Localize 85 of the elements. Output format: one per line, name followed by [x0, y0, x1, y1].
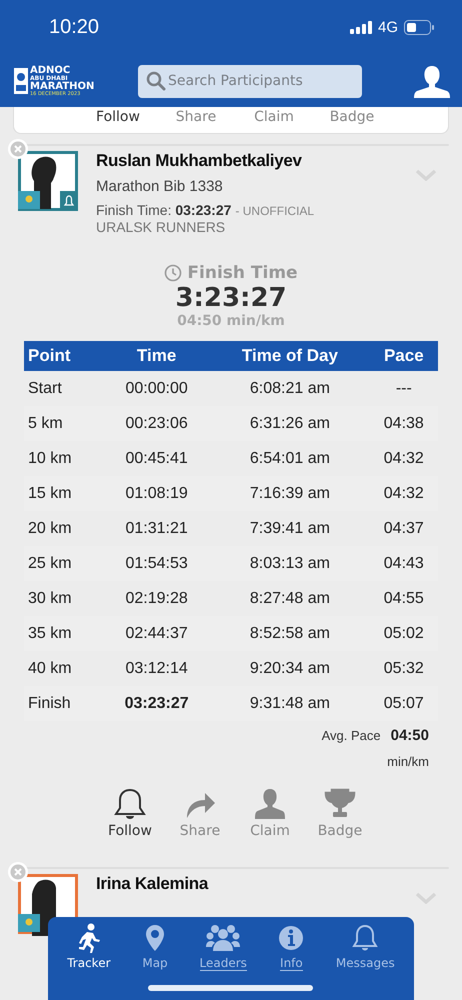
table-cell-text: 01:54:53	[124, 554, 189, 574]
close-icon[interactable]	[7, 138, 29, 160]
group-icon	[206, 923, 240, 953]
network-type: 4G	[378, 19, 398, 36]
info-icon	[277, 923, 306, 953]
table-cell-text: 02:44:37	[124, 624, 189, 644]
follow-button[interactable]: Follow	[105, 787, 155, 839]
table-cell-text: 7:39:41 am	[248, 518, 331, 538]
clock-icon	[164, 264, 182, 282]
table-cell-text: 20 km	[27, 518, 73, 538]
table-cell-text: 04:38	[382, 414, 425, 434]
table-cell-text: 15 km	[27, 484, 73, 504]
table-cell: 00:00:00	[102, 371, 210, 406]
team-name: URALSK RUNNERS	[96, 219, 226, 235]
table-cell-text: 25 km	[27, 554, 73, 574]
table-cell-text: 9:31:48 am	[248, 694, 331, 714]
table-cell-text: 04:32	[382, 448, 425, 468]
bell-icon	[113, 787, 147, 821]
column-header: Time of Day	[210, 341, 370, 371]
table-cell: 6:08:21 am	[210, 371, 370, 406]
action-button[interactable]: Follow	[84, 109, 152, 125]
messages-tab[interactable]: Messages	[336, 923, 395, 971]
claim-button[interactable]: Claim	[245, 787, 295, 839]
table-cell-text: 05:02	[382, 624, 425, 644]
table-cell-text: 10 km	[27, 448, 73, 468]
leaders-tab[interactable]: Leaders	[200, 923, 247, 971]
finish-time-title: Finish Time	[187, 263, 298, 283]
table-cell-text: 8:27:48 am	[248, 588, 331, 608]
table-cell: Start	[24, 371, 103, 406]
table-cell-text: 30 km	[27, 588, 73, 608]
share-button[interactable]: Share	[175, 787, 225, 839]
table-cell-text: 03:12:14	[124, 658, 189, 678]
table-cell-text: 00:45:41	[124, 448, 189, 468]
tracker-tab[interactable]: Tracker	[67, 923, 111, 971]
battery-icon	[404, 20, 434, 35]
table-cell-text: 01:31:21	[124, 518, 189, 538]
table-cell-text: 8:03:13 am	[248, 554, 331, 574]
table-cell-text: 04:43	[382, 554, 425, 574]
runner-name: Ruslan Mukhambetkaliyev	[96, 151, 303, 171]
column-header: Pace	[370, 341, 438, 371]
table-cell-text: 03:23:27	[124, 694, 190, 714]
avatar-icon	[18, 151, 78, 213]
search-icon	[146, 70, 166, 90]
close-icon[interactable]	[7, 861, 29, 883]
badge-button[interactable]: Badge	[315, 787, 365, 839]
table-cell-text: 5 km	[27, 414, 64, 434]
pace-value: 04:50 min/km	[177, 313, 285, 329]
table-cell-text: 8:52:58 am	[248, 624, 331, 644]
unofficial-label: - UNOFFICIAL	[235, 204, 314, 218]
table-cell-text: 9:20:34 am	[248, 658, 331, 678]
search-field[interactable]: Search Participants	[138, 64, 362, 98]
runner-name: Irina Kalemina	[96, 874, 210, 894]
table-cell-text: 04:55	[382, 588, 425, 608]
action-button[interactable]: Claim	[240, 109, 308, 125]
finish-time-value: 3:23:27	[175, 283, 287, 313]
table-cell-text: 00:23:06	[124, 414, 189, 434]
table-cell-text: 04:32	[382, 484, 425, 504]
table-cell-text: 01:08:19	[124, 484, 189, 504]
bell-icon	[351, 923, 380, 953]
table-cell-text: 02:19:28	[124, 588, 189, 608]
person-icon	[253, 787, 287, 821]
column-header: Point	[24, 341, 103, 371]
table-cell-text: 04:37	[382, 518, 425, 538]
status-time: 10:20	[49, 16, 100, 39]
table-cell-text: 40 km	[27, 658, 73, 678]
action-button[interactable]: Share	[162, 109, 230, 125]
column-header: Time	[102, 341, 210, 371]
map-tab[interactable]: Map	[141, 923, 170, 971]
table-cell-text: 05:07	[382, 694, 425, 714]
table-cell: ---	[370, 371, 438, 406]
table-cell-text: 7:16:39 am	[248, 484, 331, 504]
table-cell-text: 05:32	[382, 658, 425, 678]
avg-pace-unit: min/km	[387, 754, 429, 769]
table-cell-text: 6:54:01 am	[248, 448, 331, 468]
profile-icon[interactable]	[414, 64, 450, 98]
avg-pace-value: 04:50	[390, 727, 429, 744]
action-button[interactable]: Badge	[318, 109, 386, 125]
info-tab[interactable]: Info	[277, 923, 306, 971]
table-cell-text: Finish	[27, 694, 72, 714]
avg-pace-label: Avg. Pace	[322, 728, 381, 743]
table-cell-text: 35 km	[27, 624, 73, 644]
bib-number: Marathon Bib 1338	[96, 178, 224, 195]
finish-time-text: Finish Time: 03:23:27	[96, 202, 232, 218]
signal-icon	[350, 20, 372, 34]
table-cell-text: 6:31:26 am	[248, 414, 331, 434]
